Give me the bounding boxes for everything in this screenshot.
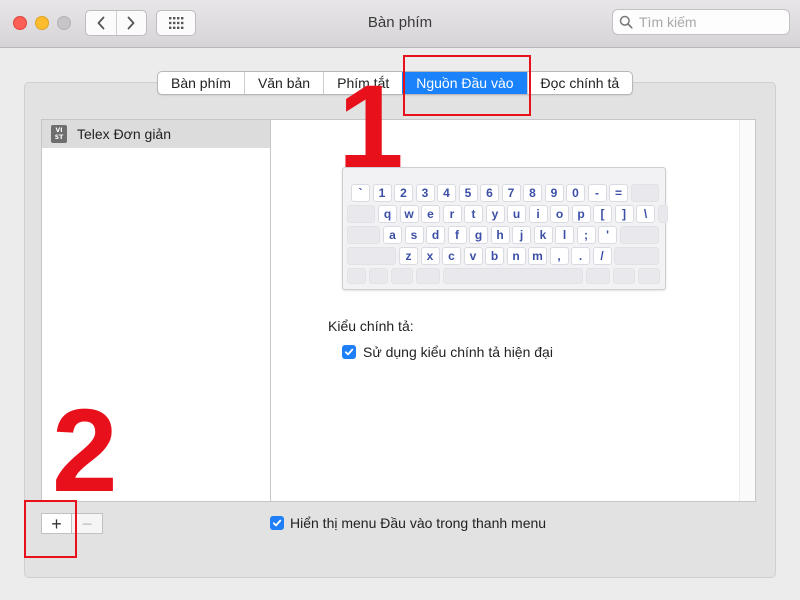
keyboard-key: k	[533, 226, 553, 244]
input-source-icon-text: ST	[54, 134, 64, 141]
keyboard-key-blank	[614, 247, 659, 265]
keyboard-key: y	[485, 205, 505, 223]
keyboard-key: 4	[437, 184, 456, 202]
keyboard-key: x	[420, 247, 440, 265]
keyboard-key: =	[609, 184, 628, 202]
keyboard-key: u	[507, 205, 526, 223]
keyboard-key: t	[464, 205, 483, 223]
search-icon	[619, 15, 633, 29]
keyboard-key: 5	[458, 184, 478, 202]
keyboard-key: j	[512, 226, 531, 244]
keyboard-key: q	[378, 205, 397, 223]
keyboard-key: s	[404, 226, 424, 244]
keyboard-key: o	[550, 205, 569, 223]
keyboard-key-blank	[613, 268, 635, 284]
keyboard-key-blank	[619, 226, 659, 244]
keyboard-key: .	[571, 247, 590, 265]
keyboard-key: 0	[566, 184, 585, 202]
keyboard-key: 6	[480, 184, 499, 202]
checkmark-icon	[272, 519, 282, 527]
keyboard-key: [	[593, 205, 612, 223]
keyboard-key: -	[587, 184, 607, 202]
keyboard-row: z x c v b n m,. /	[343, 247, 667, 265]
input-source-icon-text: VI	[55, 127, 63, 134]
tab-dictation[interactable]: Đọc chính tả	[526, 72, 633, 94]
keyboard-key: p	[571, 205, 591, 223]
show-input-menu-checkbox[interactable]	[270, 516, 284, 530]
keyboard-key: 3	[415, 184, 435, 202]
keyboard-key: \	[636, 205, 655, 223]
input-source-icon: VI ST	[51, 125, 67, 143]
keyboard-key: h	[490, 226, 510, 244]
keyboard-key-blank	[638, 268, 660, 284]
keyboard-key-blank	[347, 268, 366, 284]
keyboard-key: n	[506, 247, 526, 265]
keyboard-key: '	[598, 226, 617, 244]
keyboard-key: ,	[549, 247, 569, 265]
keyboard-key: v	[463, 247, 483, 265]
keyboard-key: d	[426, 226, 445, 244]
keyboard-key-blank	[416, 268, 440, 284]
keyboard-key: 7	[501, 184, 521, 202]
show-input-menu-option[interactable]: Hiển thị menu Đầu vào trong thanh menu	[270, 515, 546, 531]
show-input-menu-label: Hiển thị menu Đầu vào trong thanh menu	[290, 515, 547, 531]
keyboard-key: r	[442, 205, 462, 223]
keyboard-key-blank	[586, 268, 610, 284]
spelling-style-label: Kiểu chính tả:	[328, 318, 414, 334]
modern-spelling-checkbox[interactable]	[342, 345, 356, 359]
keyboard-key: w	[399, 205, 419, 223]
keyboard-key-blank	[391, 268, 413, 284]
modern-spelling-label: Sử dụng kiểu chính tả hiện đại	[363, 344, 553, 360]
keyboard-key-blank	[347, 247, 396, 265]
annotation-step-1: 1	[338, 61, 404, 193]
keyboard-key: /	[592, 247, 612, 265]
annotation-step-2: 2	[52, 385, 118, 517]
keyboard-key: a	[383, 226, 402, 244]
keyboard-row: a s d f g h j k l; '	[343, 226, 667, 244]
keyboard-key-blank	[657, 205, 668, 223]
keyboard-key: f	[447, 226, 467, 244]
tab-text[interactable]: Văn bản	[243, 72, 323, 94]
keyboard-key-blank	[443, 268, 583, 284]
keyboard-key: l	[555, 226, 574, 244]
keyboard-key: i	[528, 205, 548, 223]
keyboard-key: c	[442, 247, 461, 265]
keyboard-key-blank	[347, 226, 380, 244]
input-source-label: Telex Đơn giản	[77, 126, 172, 142]
list-item-telex[interactable]: VI ST Telex Đơn giản	[42, 120, 270, 148]
keyboard-key-blank	[369, 268, 388, 284]
checkmark-icon	[344, 348, 354, 356]
keyboard-key: m	[528, 247, 547, 265]
annotation-highlight-tab	[403, 55, 531, 116]
title-bar: Bàn phím	[0, 0, 800, 48]
keyboard-row	[343, 268, 667, 286]
keyboard-key-blank	[630, 184, 659, 202]
keyboard-key: 8	[523, 184, 542, 202]
keyboard-key: ;	[576, 226, 596, 244]
modern-spelling-option[interactable]: Sử dụng kiểu chính tả hiện đại	[342, 344, 553, 360]
keyboard-key: g	[469, 226, 488, 244]
tab-keyboard[interactable]: Bàn phím	[158, 72, 244, 94]
keyboard-key: 9	[544, 184, 564, 202]
keyboard-key-blank	[347, 205, 375, 223]
keyboard-key: z	[399, 247, 418, 265]
keyboard-row: q w e r t y u i o p[] \	[343, 205, 668, 223]
keyboard-key: e	[421, 205, 440, 223]
search-input[interactable]	[639, 14, 789, 30]
search-field[interactable]	[612, 9, 790, 35]
keyboard-key: b	[485, 247, 504, 265]
detail-scrollbar[interactable]	[739, 120, 755, 501]
keyboard-key: ]	[614, 205, 634, 223]
